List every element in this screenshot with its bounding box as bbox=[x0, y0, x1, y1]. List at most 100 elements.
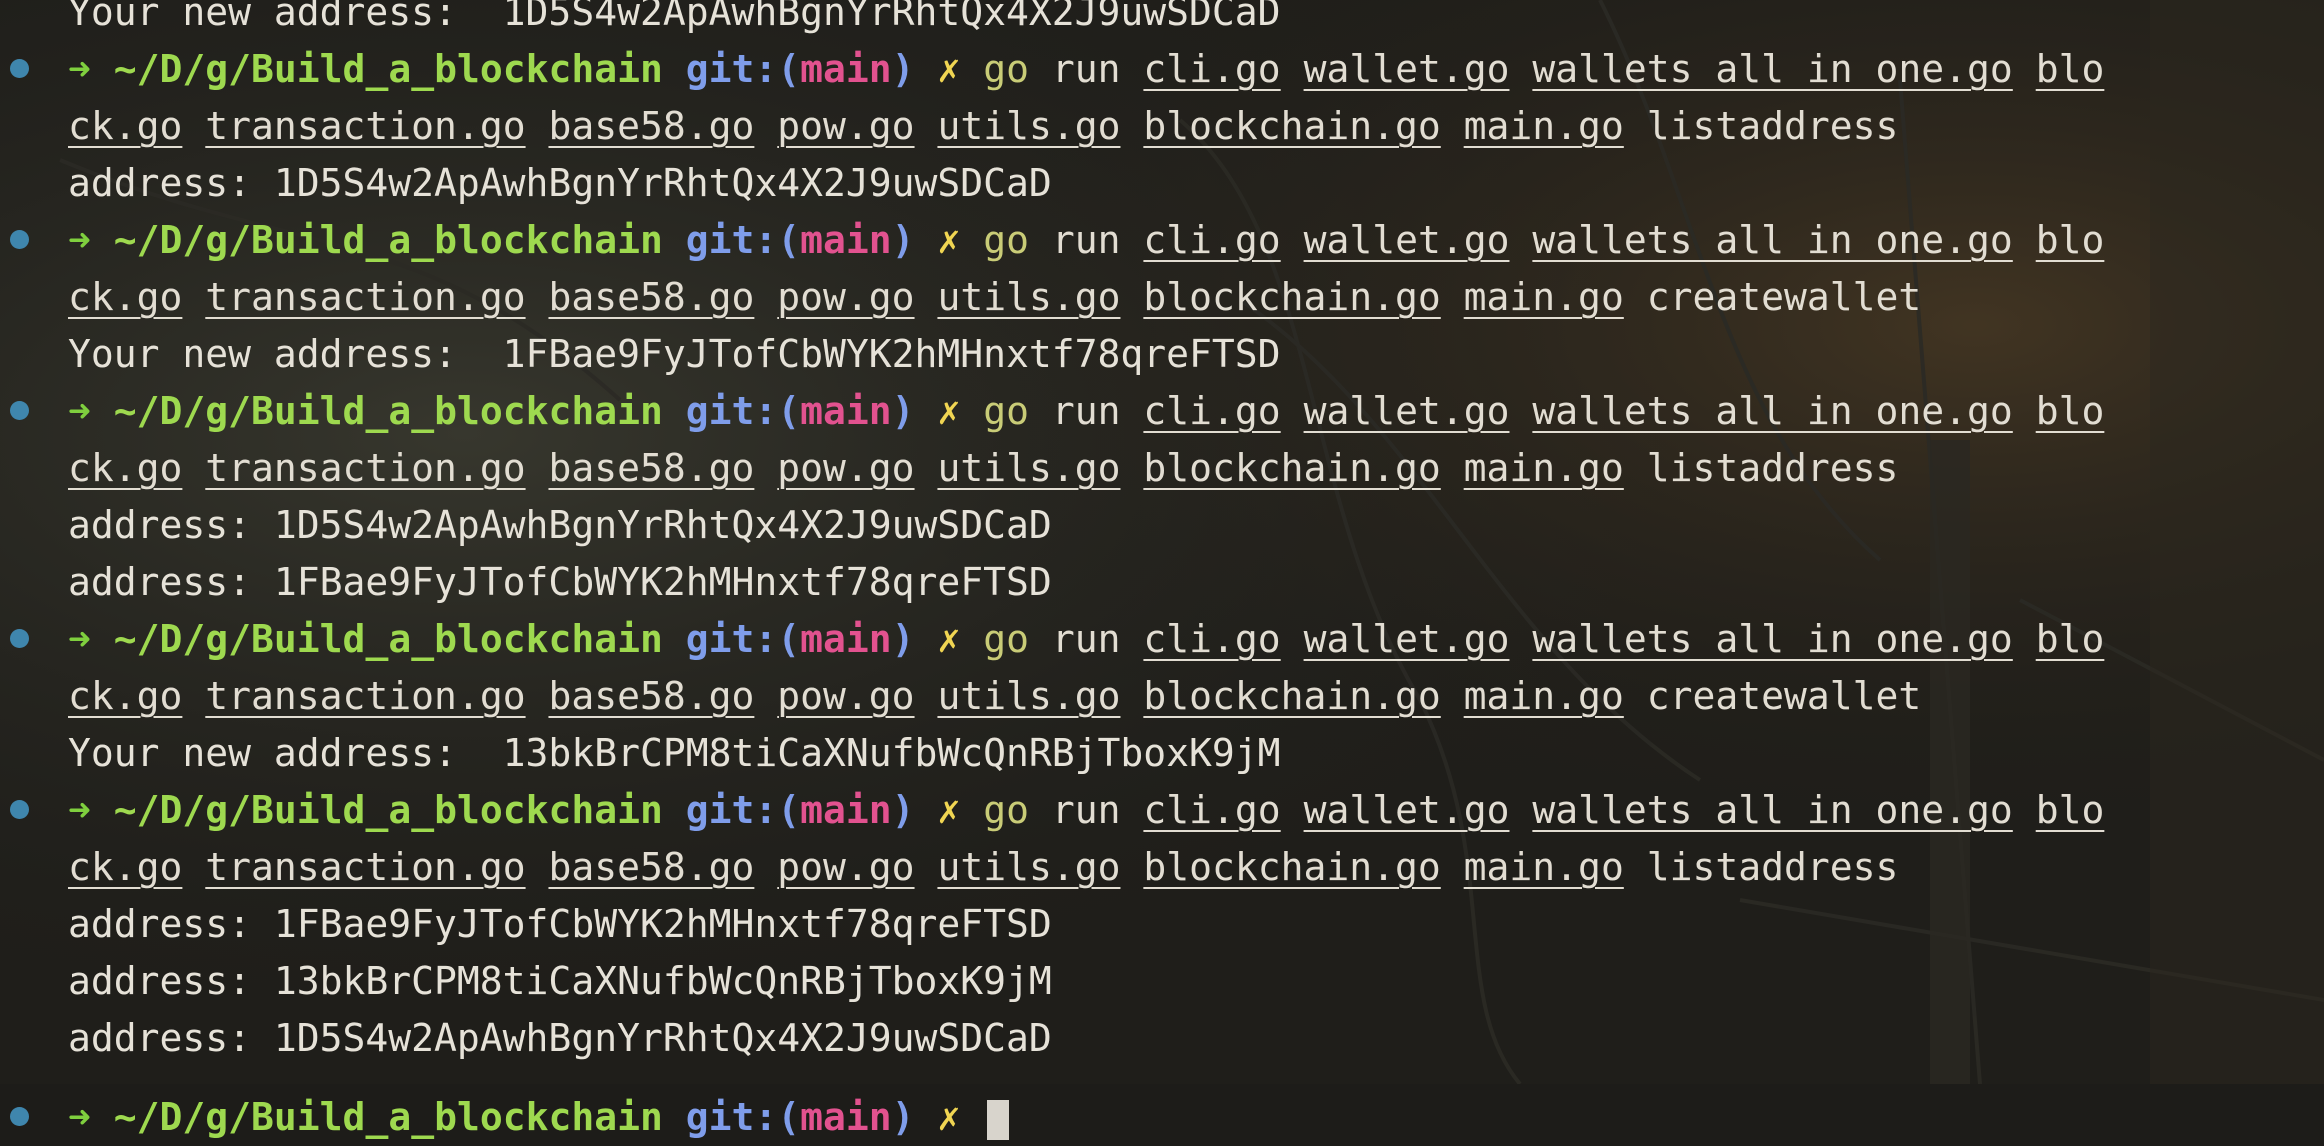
file-link[interactable]: wallets_all_in_one.go bbox=[1532, 617, 2012, 661]
cli-subcommand: listaddress bbox=[1646, 845, 1899, 889]
file-link[interactable]: blockchain.go bbox=[1143, 104, 1440, 148]
output-text: Your new address: 1D5S4w2ApAwhBgnYrRhtQx… bbox=[68, 0, 1281, 34]
command-continuation-line: ck.go transaction.go base58.go pow.go ut… bbox=[68, 839, 1898, 896]
file-link[interactable]: utils.go bbox=[937, 104, 1120, 148]
file-link[interactable]: pow.go bbox=[777, 104, 914, 148]
file-link[interactable]: blo bbox=[2036, 788, 2105, 832]
cli-subcommand: listaddress bbox=[1646, 446, 1899, 490]
file-link[interactable]: wallet.go bbox=[1304, 218, 1510, 262]
file-link[interactable]: blockchain.go bbox=[1143, 275, 1440, 319]
terminal-output: Your new address: 1D5S4w2ApAwhBgnYrRhtQx… bbox=[0, 0, 2324, 1140]
prompt-path: ~/D/g/Build_a_blockchain bbox=[113, 617, 663, 661]
file-link[interactable]: ck.go bbox=[68, 674, 182, 718]
output-line: address: 1D5S4w2ApAwhBgnYrRhtQx4X2J9uwSD… bbox=[68, 497, 1052, 554]
output-text: address: 13bkBrCPM8tiCaXNufbWcQnRBjTboxK… bbox=[68, 959, 1052, 1003]
file-link[interactable]: cli.go bbox=[1143, 617, 1280, 661]
file-link[interactable]: wallets_all_in_one.go bbox=[1532, 218, 2012, 262]
command-prompt-line: ➜ ~/D/g/Build_a_blockchain git:(main) ✗ … bbox=[10, 383, 2105, 440]
file-link[interactable]: utils.go bbox=[937, 674, 1120, 718]
command-prompt-line: ➜ ~/D/g/Build_a_blockchain git:(main) ✗ … bbox=[10, 212, 2105, 269]
file-link[interactable]: pow.go bbox=[777, 446, 914, 490]
command-prompt-line: ➜ ~/D/g/Build_a_blockchain git:(main) ✗ … bbox=[10, 782, 2105, 839]
file-link[interactable]: ck.go bbox=[68, 446, 182, 490]
run-keyword: run bbox=[1051, 218, 1121, 262]
file-link[interactable]: wallets_all_in_one.go bbox=[1532, 47, 2012, 91]
file-link[interactable]: wallet.go bbox=[1304, 617, 1510, 661]
git-dirty-icon: ✗ bbox=[937, 788, 961, 832]
file-link[interactable]: wallet.go bbox=[1304, 389, 1510, 433]
file-link[interactable]: wallet.go bbox=[1304, 788, 1510, 832]
git-suffix: ) bbox=[891, 617, 915, 661]
file-link[interactable]: pow.go bbox=[777, 275, 914, 319]
git-branch: main bbox=[800, 1095, 892, 1139]
file-link[interactable]: utils.go bbox=[937, 845, 1120, 889]
file-link[interactable]: ck.go bbox=[68, 275, 182, 319]
file-link[interactable]: main.go bbox=[1464, 674, 1624, 718]
prompt-path: ~/D/g/Build_a_blockchain bbox=[113, 1095, 663, 1139]
file-link[interactable]: ck.go bbox=[68, 845, 182, 889]
git-prefix: git:( bbox=[685, 617, 801, 661]
file-link[interactable]: main.go bbox=[1464, 845, 1624, 889]
file-link[interactable]: transaction.go bbox=[205, 446, 525, 490]
go-command: go bbox=[983, 788, 1029, 832]
file-link[interactable]: utils.go bbox=[937, 275, 1120, 319]
file-link[interactable]: blockchain.go bbox=[1143, 674, 1440, 718]
file-link[interactable]: cli.go bbox=[1143, 389, 1280, 433]
output-text: Your new address: 1FBae9FyJTofCbWYK2hMHn… bbox=[68, 332, 1281, 376]
prompt-path: ~/D/g/Build_a_blockchain bbox=[113, 788, 663, 832]
file-link[interactable]: transaction.go bbox=[205, 674, 525, 718]
output-line: address: 1D5S4w2ApAwhBgnYrRhtQx4X2J9uwSD… bbox=[68, 1010, 1052, 1067]
file-link[interactable]: pow.go bbox=[777, 674, 914, 718]
output-text: address: 1D5S4w2ApAwhBgnYrRhtQx4X2J9uwSD… bbox=[68, 503, 1052, 547]
file-link[interactable]: transaction.go bbox=[205, 845, 525, 889]
file-link[interactable]: transaction.go bbox=[205, 275, 525, 319]
command-prompt-line: ➜ ~/D/g/Build_a_blockchain git:(main) ✗ … bbox=[10, 41, 2105, 98]
file-link[interactable]: base58.go bbox=[548, 275, 754, 319]
go-command: go bbox=[983, 47, 1029, 91]
file-link[interactable]: blo bbox=[2036, 389, 2105, 433]
file-link[interactable]: blockchain.go bbox=[1143, 845, 1440, 889]
run-keyword: run bbox=[1051, 788, 1121, 832]
file-link[interactable]: cli.go bbox=[1143, 218, 1280, 262]
file-link[interactable]: base58.go bbox=[548, 674, 754, 718]
command-continuation-line: ck.go transaction.go base58.go pow.go ut… bbox=[68, 440, 1898, 497]
prompt-path: ~/D/g/Build_a_blockchain bbox=[113, 47, 663, 91]
file-link[interactable]: base58.go bbox=[548, 446, 754, 490]
file-link[interactable]: transaction.go bbox=[205, 104, 525, 148]
run-keyword: run bbox=[1051, 389, 1121, 433]
go-command: go bbox=[983, 389, 1029, 433]
file-link[interactable]: blo bbox=[2036, 47, 2105, 91]
file-link[interactable]: main.go bbox=[1464, 104, 1624, 148]
file-link[interactable]: utils.go bbox=[937, 446, 1120, 490]
output-line: Your new address: 1FBae9FyJTofCbWYK2hMHn… bbox=[68, 326, 1281, 383]
file-link[interactable]: cli.go bbox=[1143, 47, 1280, 91]
file-link[interactable]: wallet.go bbox=[1304, 47, 1510, 91]
prompt-status-dot-icon bbox=[10, 800, 29, 819]
command-prompt-line: ➜ ~/D/g/Build_a_blockchain git:(main) ✗ … bbox=[10, 611, 2105, 668]
prompt-arrow-icon: ➜ bbox=[68, 788, 91, 832]
file-link[interactable]: base58.go bbox=[548, 845, 754, 889]
git-dirty-icon: ✗ bbox=[937, 218, 961, 262]
go-command: go bbox=[983, 617, 1029, 661]
file-link[interactable]: wallets_all_in_one.go bbox=[1532, 788, 2012, 832]
git-branch: main bbox=[800, 617, 892, 661]
file-link[interactable]: blockchain.go bbox=[1143, 446, 1440, 490]
output-text: address: 1D5S4w2ApAwhBgnYrRhtQx4X2J9uwSD… bbox=[68, 1016, 1052, 1060]
output-line: address: 13bkBrCPM8tiCaXNufbWcQnRBjTboxK… bbox=[68, 953, 1052, 1010]
prompt-arrow-icon: ➜ bbox=[68, 389, 91, 433]
output-line: Your new address: 1D5S4w2ApAwhBgnYrRhtQx… bbox=[68, 0, 1281, 41]
file-link[interactable]: wallets_all_in_one.go bbox=[1532, 389, 2012, 433]
output-text: address: 1FBae9FyJTofCbWYK2hMHnxtf78qreF… bbox=[68, 560, 1052, 604]
file-link[interactable]: pow.go bbox=[777, 845, 914, 889]
run-keyword: run bbox=[1051, 47, 1121, 91]
file-link[interactable]: blo bbox=[2036, 218, 2105, 262]
file-link[interactable]: main.go bbox=[1464, 446, 1624, 490]
run-keyword: run bbox=[1051, 617, 1121, 661]
file-link[interactable]: blo bbox=[2036, 617, 2105, 661]
git-suffix: ) bbox=[891, 788, 915, 832]
file-link[interactable]: main.go bbox=[1464, 275, 1624, 319]
prompt-status-dot-icon bbox=[10, 629, 29, 648]
file-link[interactable]: cli.go bbox=[1143, 788, 1280, 832]
file-link[interactable]: base58.go bbox=[548, 104, 754, 148]
file-link[interactable]: ck.go bbox=[68, 104, 182, 148]
